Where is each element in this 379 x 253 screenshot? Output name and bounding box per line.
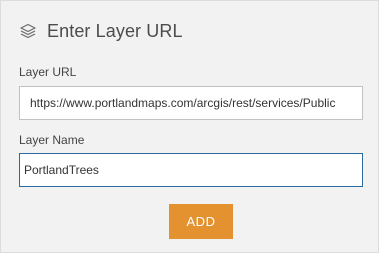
layer-name-input[interactable] <box>19 153 363 187</box>
enter-layer-url-panel: Enter Layer URL Layer URL Layer Name ADD <box>0 0 379 253</box>
add-button[interactable]: ADD <box>169 204 233 239</box>
layer-url-input[interactable] <box>19 86 363 120</box>
layers-icon <box>19 22 37 40</box>
layer-name-label: Layer Name <box>19 133 85 147</box>
panel-header: Enter Layer URL <box>19 20 183 42</box>
panel-title: Enter Layer URL <box>47 20 183 41</box>
layer-url-label: Layer URL <box>19 65 77 79</box>
